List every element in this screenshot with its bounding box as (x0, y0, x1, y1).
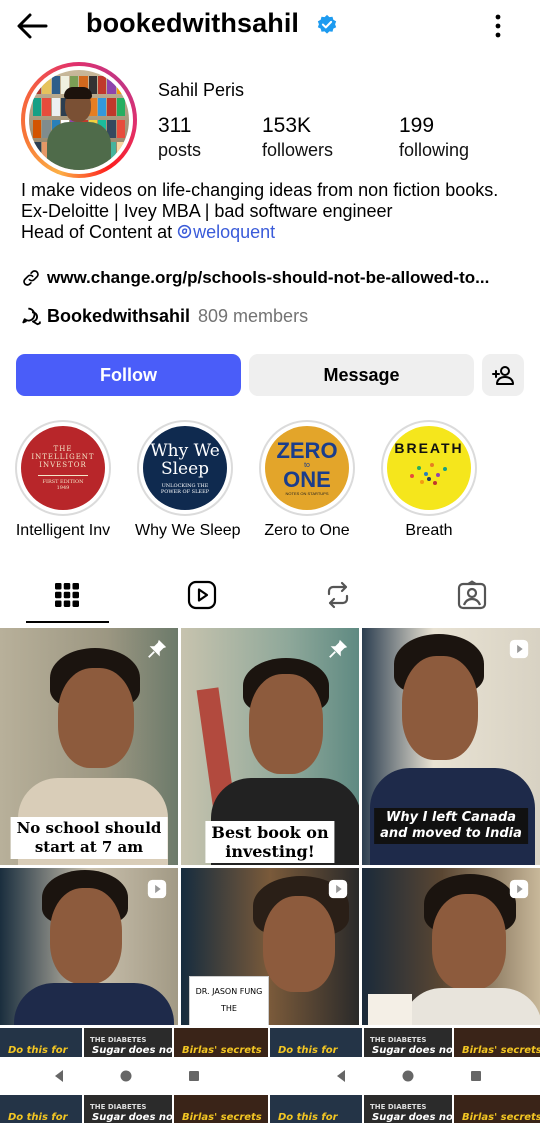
suggested-users-button[interactable] (482, 354, 524, 396)
post-tile[interactable]: THE DIABETES Sugar does not (364, 1028, 452, 1058)
message-button[interactable]: Message (249, 354, 474, 396)
top-bar: bookedwithsahil (0, 0, 540, 52)
threads-mention-link[interactable]: weloquent (177, 222, 275, 242)
pin-icon (329, 639, 348, 658)
threads-icon (177, 224, 192, 239)
post-tile[interactable]: THE DIABETES Sugar does not (84, 1028, 172, 1058)
system-nav-bar (0, 1057, 540, 1095)
post-tile[interactable]: Birlas' secrets (454, 1028, 540, 1058)
following-count[interactable]: 199 following (399, 114, 469, 161)
post-tile[interactable]: Birlas' secrets (174, 1095, 268, 1123)
bio-line: Ex-Deloitte | Ivey MBA | bad software en… (21, 201, 393, 221)
post-tile[interactable]: Do this for (0, 1028, 82, 1058)
broadcast-channel[interactable]: Bookedwithsahil 809 members (21, 304, 308, 328)
reels-icon (187, 580, 217, 610)
grid-icon (55, 583, 79, 607)
square-recents-icon (471, 1071, 481, 1081)
circle-home-icon (402, 1070, 414, 1082)
verified-badge-icon (317, 14, 337, 34)
reel-icon (147, 879, 167, 899)
highlight-label: Intelligent Inv (15, 522, 111, 539)
triangle-back-icon (55, 1070, 63, 1082)
nav-back-button[interactable] (331, 1066, 351, 1086)
story-ring[interactable] (21, 62, 137, 178)
reel-icon (509, 879, 529, 899)
bio-line: I make videos on life-changing ideas fro… (21, 180, 499, 200)
nav-recents-button[interactable] (184, 1066, 204, 1086)
channel-members: 809 members (198, 305, 309, 326)
highlight-breath[interactable]: BREATH Breath (379, 420, 479, 540)
followers-count[interactable]: 153K followers (262, 114, 333, 161)
post-tile[interactable]: DR. JASON FUNG THE (181, 868, 359, 1025)
post-caption: Best book on investing! (205, 821, 335, 863)
highlight-intelligent-investor[interactable]: THE INTELLIGENT INVESTOR FIRST EDITION 1… (13, 420, 113, 540)
tab-reposts[interactable] (288, 566, 388, 624)
post-tile[interactable]: Do this for (270, 1028, 362, 1058)
more-options-icon[interactable] (486, 12, 510, 40)
channel-name: Bookedwithsahil (47, 305, 191, 326)
pin-icon (148, 639, 167, 658)
follow-button[interactable]: Follow (16, 354, 241, 396)
post-tile[interactable]: Why I left Canada and moved to India (362, 628, 540, 865)
add-person-icon (492, 366, 514, 385)
profile-avatar (29, 70, 129, 170)
nav-recents-button[interactable] (466, 1066, 486, 1086)
triangle-back-icon (337, 1070, 345, 1082)
profile-tabs (0, 566, 540, 624)
nav-back-button[interactable] (49, 1066, 69, 1086)
link-icon (23, 270, 39, 286)
circle-home-icon (120, 1070, 132, 1082)
square-recents-icon (189, 1071, 199, 1081)
tab-tagged[interactable] (422, 566, 522, 624)
display-name: Sahil Peris (158, 80, 245, 100)
nav-home-button[interactable] (398, 1066, 418, 1086)
breath-dots-icon (410, 463, 447, 485)
post-tile[interactable]: Do this for (0, 1095, 82, 1123)
back-arrow-icon[interactable] (14, 10, 50, 42)
reel-icon (328, 879, 348, 899)
nav-home-button[interactable] (116, 1066, 136, 1086)
post-tile[interactable] (362, 868, 540, 1025)
profile-link[interactable]: www.change.org/p/schools-should-not-be-a… (21, 266, 521, 290)
highlight-label: Zero to One (264, 522, 350, 539)
link-text: www.change.org/p/schools-should-not-be-a… (47, 268, 490, 287)
post-tile[interactable]: THE DIABETES Sugar does not (364, 1095, 452, 1123)
broadcast-channel-icon (22, 307, 41, 326)
bio-line: Head of Content at weloquent (21, 222, 276, 242)
reel-icon (509, 639, 529, 659)
profile-bio: I make videos on life-changing ideas fro… (21, 180, 521, 243)
post-thumbnail-strip: Do this for THE DIABETES Sugar does not B… (0, 1028, 540, 1058)
post-tile[interactable]: No school should start at 7 am (0, 628, 178, 865)
highlight-label: Why We Sleep (135, 522, 241, 539)
posts-count[interactable]: 311 posts (158, 114, 201, 161)
tab-reels[interactable] (152, 566, 252, 624)
post-caption: Why I left Canada and moved to India (374, 808, 528, 844)
repost-icon (327, 581, 349, 609)
highlight-label: Breath (405, 522, 453, 539)
post-tile[interactable]: Birlas' secrets (174, 1028, 268, 1058)
post-thumbnail-strip: Do this for THE DIABETES Sugar does not B… (0, 1095, 540, 1123)
tagged-icon (457, 580, 487, 610)
post-tile[interactable]: Birlas' secrets (454, 1095, 540, 1123)
post-tile[interactable]: Do this for (270, 1095, 362, 1123)
highlight-zero-to-one[interactable]: ZERO to ONE NOTES ON STARTUPS Zero to On… (257, 420, 357, 540)
profile-username: bookedwithsahil (86, 8, 300, 38)
post-caption: No school should start at 7 am (10, 817, 168, 859)
post-tile[interactable]: THE DIABETES Sugar does not (84, 1095, 172, 1123)
post-tile[interactable] (0, 868, 178, 1025)
highlight-why-we-sleep[interactable]: Why We Sleep UNLOCKING THE POWER OF SLEE… (135, 420, 241, 540)
active-tab-indicator (26, 621, 109, 623)
tab-posts-grid[interactable] (17, 566, 117, 624)
post-tile[interactable]: Best book on investing! (181, 628, 359, 865)
